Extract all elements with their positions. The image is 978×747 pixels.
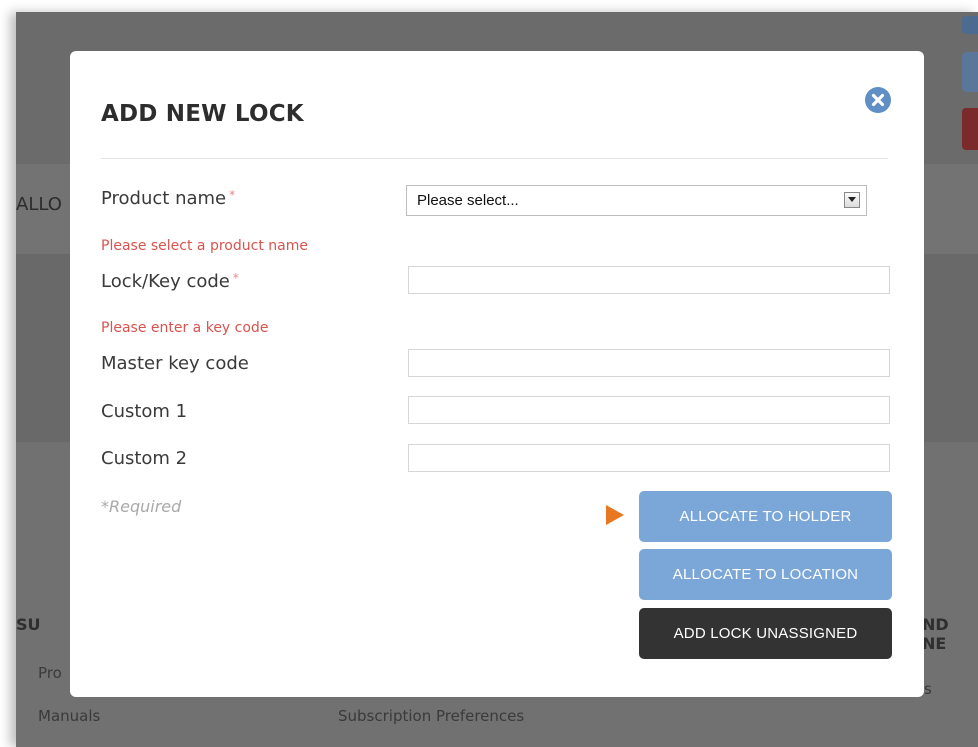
allocate-to-location-button[interactable]: ALLOCATE TO LOCATION	[639, 549, 892, 600]
required-asterisk: *	[232, 271, 239, 285]
custom-2-label: Custom 2	[101, 448, 188, 469]
background-heading: ALLO	[16, 194, 62, 215]
required-note: *Required	[101, 497, 182, 516]
master-key-code-label: Master key code	[101, 353, 249, 374]
product-name-error: Please select a product name	[101, 238, 308, 254]
lock-key-code-error: Please enter a key code	[101, 320, 269, 336]
product-name-label-text: Product name	[101, 188, 227, 209]
add-lock-modal: ADD NEW LOCK Product name * Please select…	[70, 51, 924, 697]
close-icon[interactable]	[865, 87, 891, 113]
add-lock-unassigned-button[interactable]: ADD LOCK UNASSIGNED	[639, 608, 892, 659]
background-footer-heading: SU	[16, 615, 41, 634]
product-name-select[interactable]: Please select...	[406, 185, 867, 216]
master-key-code-input[interactable]	[408, 349, 890, 377]
product-select-value: Please select...	[417, 192, 519, 209]
lock-key-code-label-text: Lock/Key code	[101, 271, 230, 292]
header-button	[962, 108, 978, 150]
chevron-down-icon[interactable]	[844, 192, 860, 208]
lock-key-code-label: Lock/Key code *	[101, 271, 239, 292]
required-asterisk: *	[229, 188, 236, 202]
custom-2-input[interactable]	[408, 444, 890, 472]
product-name-label: Product name *	[101, 188, 235, 209]
background-footer-heading-right: ND NE	[922, 615, 949, 653]
footer-link-products: Pro	[38, 664, 62, 682]
footer-fragment: s	[924, 680, 932, 698]
pointer-arrow-icon	[606, 505, 624, 525]
header-button	[962, 16, 978, 34]
modal-title: ADD NEW LOCK	[101, 101, 304, 127]
title-divider	[101, 158, 888, 159]
custom-1-input[interactable]	[408, 396, 890, 424]
footer-link-subscription: Subscription Preferences	[338, 707, 525, 725]
header-button	[962, 52, 978, 92]
lock-key-code-input[interactable]	[408, 266, 890, 294]
footer-link-manuals: Manuals	[38, 707, 101, 725]
custom-1-label: Custom 1	[101, 401, 188, 422]
allocate-to-holder-button[interactable]: ALLOCATE TO HOLDER	[639, 491, 892, 542]
